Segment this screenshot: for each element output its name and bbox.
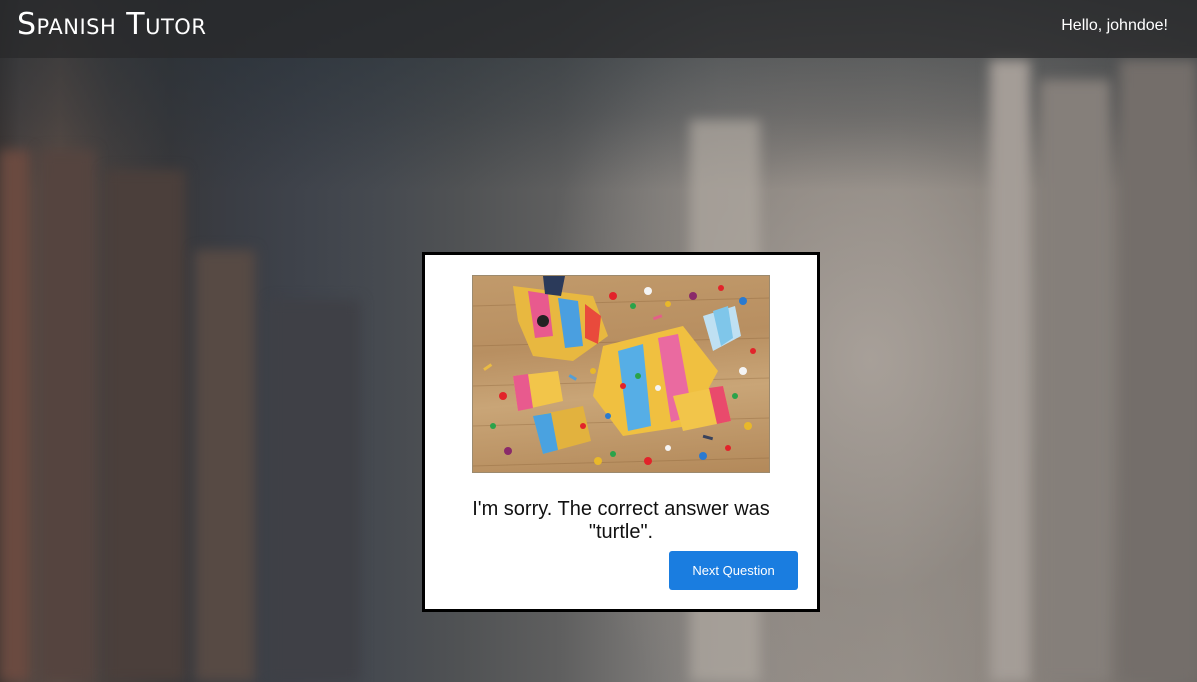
feedback-card: I'm sorry. The correct answer was "turtl… — [422, 252, 820, 612]
user-greeting: Hello, johndoe! — [1061, 17, 1168, 34]
next-question-button[interactable]: Next Question — [669, 551, 798, 590]
top-navbar: Spanish Tutor Hello, johndoe! — [0, 0, 1197, 58]
question-image — [472, 275, 770, 473]
feedback-message: I'm sorry. The correct answer was "turtl… — [472, 498, 770, 543]
app-brand[interactable]: Spanish Tutor — [17, 6, 206, 44]
